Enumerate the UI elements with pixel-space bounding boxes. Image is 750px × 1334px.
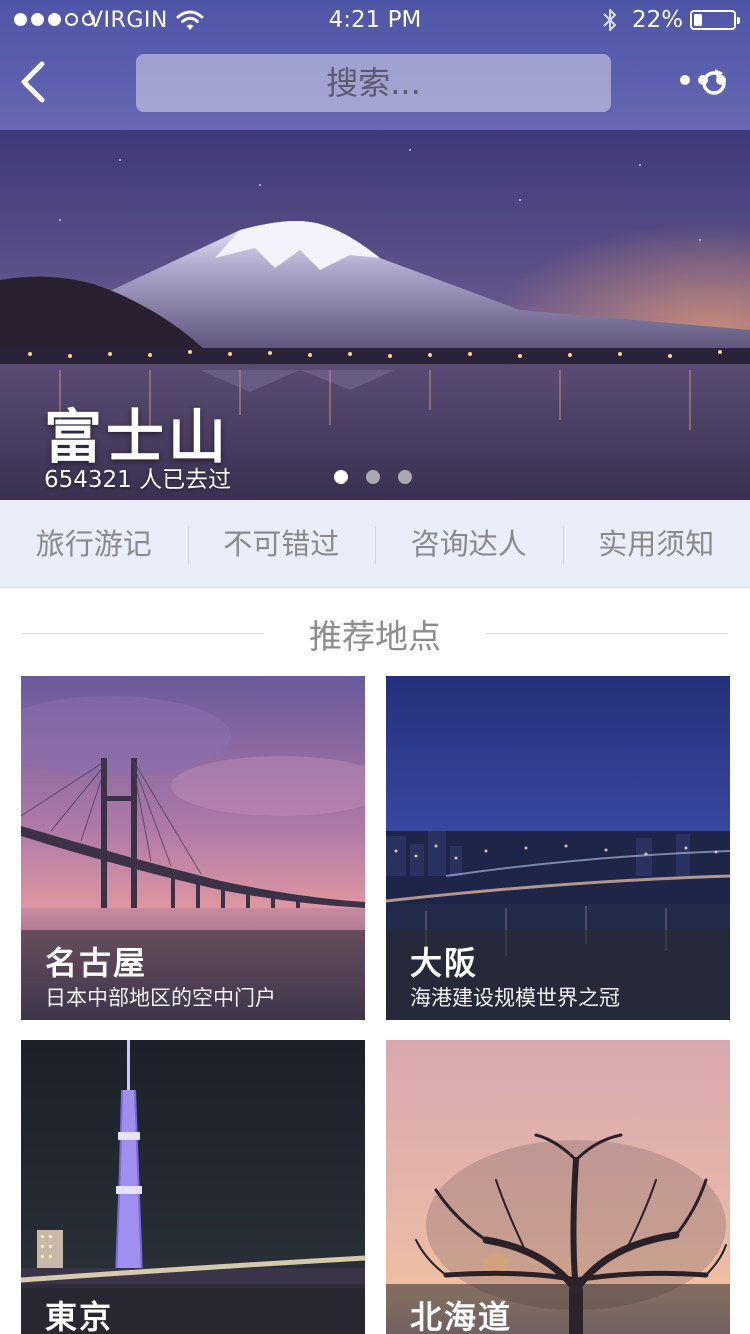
place-card-hokkaido[interactable]: 北海道 [386, 1040, 730, 1334]
tab-travel-notes[interactable]: 旅行游记 [0, 500, 188, 587]
carousel-dot[interactable] [398, 470, 412, 484]
tab-must-see[interactable]: 不可错过 [187, 500, 376, 587]
tab-ask-experts[interactable]: 咨询达人 [375, 500, 563, 587]
top-bar: VIRGIN 4:21 PM 22% [0, 0, 750, 130]
battery-level-fill [694, 14, 702, 26]
search-input[interactable] [136, 54, 611, 112]
card-caption: 名古屋 日本中部地区的空中门户 [21, 930, 365, 1020]
place-description: 海港建设规模世界之冠 [410, 986, 620, 1010]
place-description: 日本中部地区的空中门户 [45, 986, 276, 1010]
place-card-nagoya[interactable]: 名古屋 日本中部地区的空中门户 [21, 676, 365, 1020]
status-bar: VIRGIN 4:21 PM 22% [0, 0, 750, 40]
back-chevron-icon[interactable] [14, 58, 54, 106]
battery-icon [690, 10, 740, 30]
divider [486, 633, 728, 634]
hero-banner[interactable]: 富士山 654321 人已去过 [0, 130, 750, 500]
more-dots-icon[interactable] [680, 75, 726, 85]
section-header: 推荐地点 [0, 588, 750, 676]
place-name: 名古屋 [45, 944, 148, 982]
battery-percent: 22% [632, 7, 684, 33]
bluetooth-icon [603, 9, 616, 31]
card-caption: 北海道 [386, 1284, 730, 1334]
place-name: 東京 [45, 1298, 114, 1334]
card-caption: 東京 [21, 1284, 365, 1334]
place-name: 北海道 [410, 1298, 513, 1334]
category-tabs: 旅行游记 不可错过 咨询达人 实用须知 [0, 500, 750, 588]
hero-visitor-count: 654321 人已去过 [44, 467, 232, 493]
tab-practical-info[interactable]: 实用须知 [562, 500, 750, 587]
place-name: 大阪 [410, 944, 479, 982]
search-bar[interactable] [136, 54, 726, 112]
place-card-tokyo[interactable]: 東京 [21, 1040, 365, 1334]
carousel-indicator[interactable] [334, 470, 412, 484]
card-caption: 大阪 海港建设规模世界之冠 [386, 930, 730, 1020]
carousel-dot[interactable] [334, 470, 348, 484]
section-title: 推荐地点 [309, 617, 441, 656]
carousel-dot[interactable] [366, 470, 380, 484]
place-card-osaka[interactable]: 大阪 海港建设规模世界之冠 [386, 676, 730, 1020]
